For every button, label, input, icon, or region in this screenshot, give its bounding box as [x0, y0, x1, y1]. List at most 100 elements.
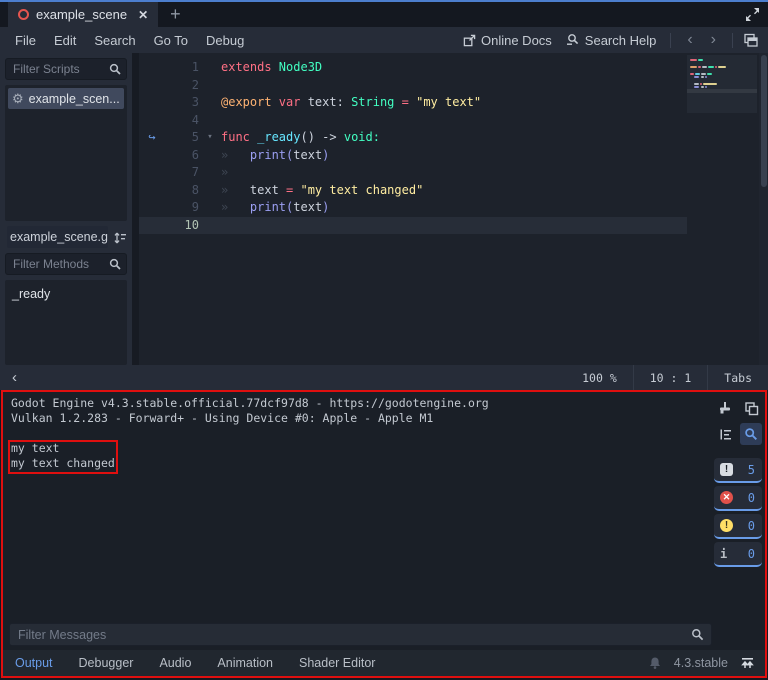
code-minimap[interactable] — [687, 55, 757, 363]
notification-bell-icon[interactable] — [648, 656, 662, 670]
line-number: 5 — [191, 130, 199, 144]
script-item-label: example_scen... — [28, 91, 120, 106]
panel-tab-audio[interactable]: Audio — [159, 656, 191, 670]
line-number: 7 — [191, 165, 199, 179]
script-list-item[interactable]: ⚙ example_scen... — [8, 88, 124, 109]
cursor-position[interactable]: 10 : 1 — [634, 371, 708, 385]
menu-bar-right: Online Docs Search Help ‹ › — [459, 30, 768, 50]
editor-scrollbar[interactable] — [759, 53, 768, 365]
menu-bar: File Edit Search Go To Debug Online Docs Sea… — [0, 27, 768, 53]
code-line-5[interactable]: ↪ 5 ▾ func _ready() -> void: — [139, 129, 687, 147]
fold-gutter — [199, 199, 221, 217]
gutter — [139, 147, 165, 165]
line-number: 6 — [191, 147, 199, 162]
online-docs-button[interactable]: Online Docs — [459, 33, 556, 48]
code-line-9[interactable]: 9 » print(text) — [139, 199, 687, 217]
clear-output-button[interactable] — [714, 397, 736, 419]
zoom-level[interactable]: 100 % — [566, 371, 633, 385]
code-line-1[interactable]: 1 extends Node3D — [139, 59, 687, 77]
fold-gutter — [199, 182, 221, 200]
scripts-list: ⚙ example_scen... — [5, 85, 127, 221]
menu-debug[interactable]: Debug — [197, 33, 253, 48]
panel-tab-output[interactable]: Output — [15, 656, 53, 670]
indent-mode[interactable]: Tabs — [708, 371, 768, 385]
fold-chevron-icon[interactable]: ▾ — [199, 129, 221, 147]
log-line: my text — [11, 441, 60, 455]
scripts-sidebar: ⚙ example_scen... example_scene.g — [0, 53, 132, 365]
search-icon — [109, 63, 121, 75]
line-number: 8 — [191, 182, 199, 197]
fold-gutter — [199, 77, 221, 95]
menu-edit[interactable]: Edit — [45, 33, 85, 48]
code-editor[interactable]: 1 extends Node3D 2 3 @export var text: Strin… — [139, 53, 768, 365]
menu-search[interactable]: Search — [85, 33, 144, 48]
methods-list: _ready — [5, 280, 127, 365]
script-icon — [18, 9, 29, 20]
toggle-editor-messages[interactable]: i 0 — [714, 542, 762, 567]
gear-icon: ⚙ — [12, 91, 24, 106]
gutter — [139, 94, 165, 112]
fold-gutter — [199, 59, 221, 77]
close-tab-icon[interactable]: ✕ — [138, 8, 148, 22]
code-line-7[interactable]: 7» — [139, 164, 687, 182]
code-line-3[interactable]: 3 @export var text: String = "my text" — [139, 94, 687, 112]
panel-tab-animation[interactable]: Animation — [217, 656, 273, 670]
line-number: 3 — [191, 95, 199, 109]
history-back-button[interactable]: ‹ — [681, 30, 698, 50]
clear-icon — [720, 402, 730, 414]
method-item-label: _ready — [12, 286, 51, 301]
toggle-errors[interactable]: ✕ 0 — [714, 486, 762, 511]
gutter — [139, 59, 165, 77]
search-icon — [692, 629, 704, 641]
toggle-messages[interactable]: ! 5 — [714, 458, 762, 483]
log-line: Godot Engine v4.3.stable.official.77dcf9… — [11, 396, 489, 410]
code-text: » — [221, 165, 229, 179]
collapse-sidebar-button[interactable]: ‹ — [0, 369, 29, 386]
float-panel-button[interactable] — [743, 33, 758, 47]
tab-example-scene[interactable]: example_scene ✕ — [8, 2, 159, 27]
output-toolbar: ! 5 ✕ 0 ! 0 i 0 — [714, 397, 762, 570]
code-line-6[interactable]: 6 » print(text) — [139, 147, 687, 165]
fold-gutter — [199, 164, 221, 182]
method-list-item[interactable]: _ready — [8, 283, 124, 304]
filter-messages-input[interactable] — [9, 623, 712, 646]
menu-go-to[interactable]: Go To — [145, 33, 197, 48]
sort-methods-button[interactable] — [108, 229, 132, 245]
code-line-4[interactable]: 4 — [139, 112, 687, 130]
gutter — [139, 164, 165, 182]
panel-tab-shader-editor[interactable]: Shader Editor — [299, 656, 375, 670]
code-line-2[interactable]: 2 — [139, 77, 687, 95]
copy-icon — [744, 401, 758, 415]
search-output-button[interactable] — [740, 423, 762, 445]
editor-count: 0 — [747, 546, 755, 561]
copy-output-button[interactable] — [740, 397, 762, 419]
scrollbar-thumb[interactable] — [760, 55, 767, 187]
expand-panel-icon[interactable] — [740, 656, 755, 670]
code-line-10[interactable]: 10 — [139, 216, 687, 234]
panel-bar-right: 4.3.stable — [648, 656, 755, 670]
collapse-icon — [720, 429, 731, 439]
log-line: Vulkan 1.2.283 - Forward+ - Using Device… — [11, 411, 434, 425]
new-script-button[interactable]: + — [158, 2, 193, 27]
warnings-count: 0 — [747, 518, 755, 533]
errors-count: 0 — [747, 490, 755, 505]
tab-label: example_scene — [36, 7, 128, 22]
toggle-warnings[interactable]: ! 0 — [714, 514, 762, 539]
distraction-free-button[interactable] — [745, 2, 760, 27]
history-forward-button[interactable]: › — [705, 30, 722, 50]
output-panel annotation-outer-red-box: Godot Engine v4.3.stable.official.77dcf9… — [1, 390, 767, 678]
editor-status-bar: ‹ 100 % 10 : 1 Tabs — [0, 365, 768, 390]
search-help-button[interactable]: Search Help — [562, 33, 661, 48]
sidebar-divider[interactable] — [132, 53, 139, 365]
script-path-label: example_scene.g — [7, 226, 108, 248]
search-docs-icon — [566, 34, 578, 45]
collapse-duplicates-button[interactable] — [714, 423, 736, 445]
gutter — [139, 199, 165, 217]
code-line-8[interactable]: 8 » text = "my text changed" — [139, 182, 687, 200]
message-filter-toggles: ! 5 ✕ 0 ! 0 i 0 — [714, 458, 762, 567]
menu-file[interactable]: File — [6, 33, 45, 48]
line-number: 10 — [184, 217, 199, 232]
code-text: extends Node3D — [221, 60, 323, 74]
code-text: » print(text) — [221, 200, 330, 214]
panel-tab-debugger[interactable]: Debugger — [79, 656, 134, 670]
